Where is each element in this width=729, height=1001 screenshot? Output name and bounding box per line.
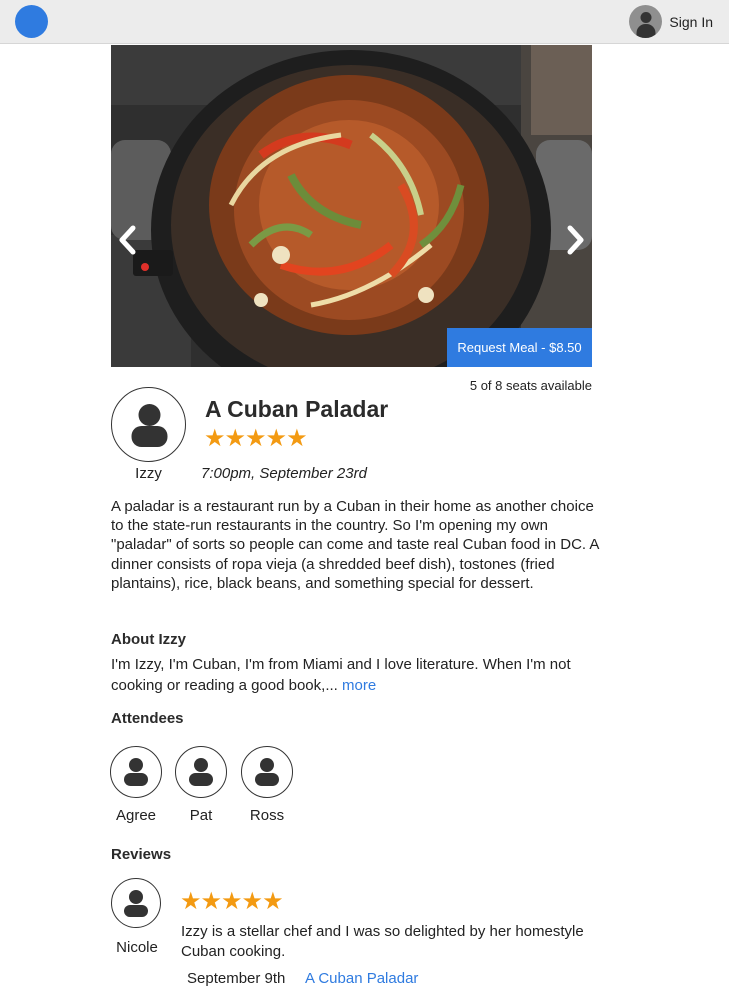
user-icon <box>629 5 663 38</box>
top-bar: Sign In <box>0 0 729 44</box>
meal-photo-carousel: Request Meal - $8.50 <box>111 45 592 367</box>
review-meal-link[interactable]: A Cuban Paladar <box>305 970 418 987</box>
user-icon <box>112 879 160 927</box>
attendee-name: Agree <box>115 807 157 824</box>
reviewer-name[interactable]: Nicole <box>111 939 163 956</box>
attendee-item[interactable]: Pat <box>175 746 227 824</box>
user-icon <box>111 747 161 797</box>
star-icon: ★ <box>265 425 287 452</box>
user-icon <box>112 388 185 461</box>
star-icon: ★ <box>180 888 201 915</box>
star-icon: ★ <box>241 888 263 915</box>
star-icon: ★ <box>204 425 225 452</box>
attendee-item[interactable]: Agree <box>110 746 162 824</box>
host-name[interactable]: Izzy <box>111 465 186 482</box>
attendees-heading: Attendees <box>111 710 184 727</box>
logo[interactable] <box>15 5 48 38</box>
star-icon: ★ <box>200 888 222 915</box>
next-arrow-icon[interactable] <box>564 225 586 255</box>
sign-in-label: Sign In <box>669 13 713 30</box>
review-date: September 9th <box>187 970 286 987</box>
attendee-avatar[interactable] <box>175 746 227 798</box>
about-text: I'm Izzy, I'm Cuban, I'm from Miami and … <box>111 655 591 696</box>
meal-title: A Cuban Paladar <box>205 396 389 422</box>
review-rating: ★ ★ ★ ★ ★ <box>180 887 284 916</box>
star-icon: ★ <box>262 888 283 915</box>
meal-rating: ★ ★ ★ ★ ★ <box>204 424 308 453</box>
previous-arrow-icon[interactable] <box>117 225 139 255</box>
about-body: I'm Izzy, I'm Cuban, I'm from Miami and … <box>111 656 571 694</box>
reviews-heading: Reviews <box>111 846 172 863</box>
attendee-name: Pat <box>189 807 213 824</box>
request-meal-button[interactable]: Request Meal - $8.50 <box>447 328 592 367</box>
reviewer-avatar[interactable] <box>111 878 161 928</box>
user-icon <box>176 747 226 797</box>
star-icon: ★ <box>224 425 246 452</box>
sign-in-button[interactable]: Sign In <box>629 5 713 38</box>
star-icon: ★ <box>286 425 307 452</box>
review-text: Izzy is a stellar chef and I was so deli… <box>181 923 584 960</box>
about-heading: About Izzy <box>111 631 186 648</box>
attendee-avatar[interactable] <box>241 746 293 798</box>
meal-time: 7:00pm, September 23rd <box>201 465 367 482</box>
meal-photo <box>111 45 592 367</box>
attendee-name: Ross <box>249 807 285 824</box>
more-link[interactable]: more <box>342 677 376 694</box>
star-icon: ★ <box>221 888 242 915</box>
user-icon <box>242 747 292 797</box>
attendee-item[interactable]: Ross <box>241 746 293 824</box>
star-icon: ★ <box>245 425 266 452</box>
attendee-avatar[interactable] <box>110 746 162 798</box>
meal-description: A paladar is a restaurant run by a Cuban… <box>111 498 599 592</box>
host-avatar[interactable] <box>111 387 186 462</box>
